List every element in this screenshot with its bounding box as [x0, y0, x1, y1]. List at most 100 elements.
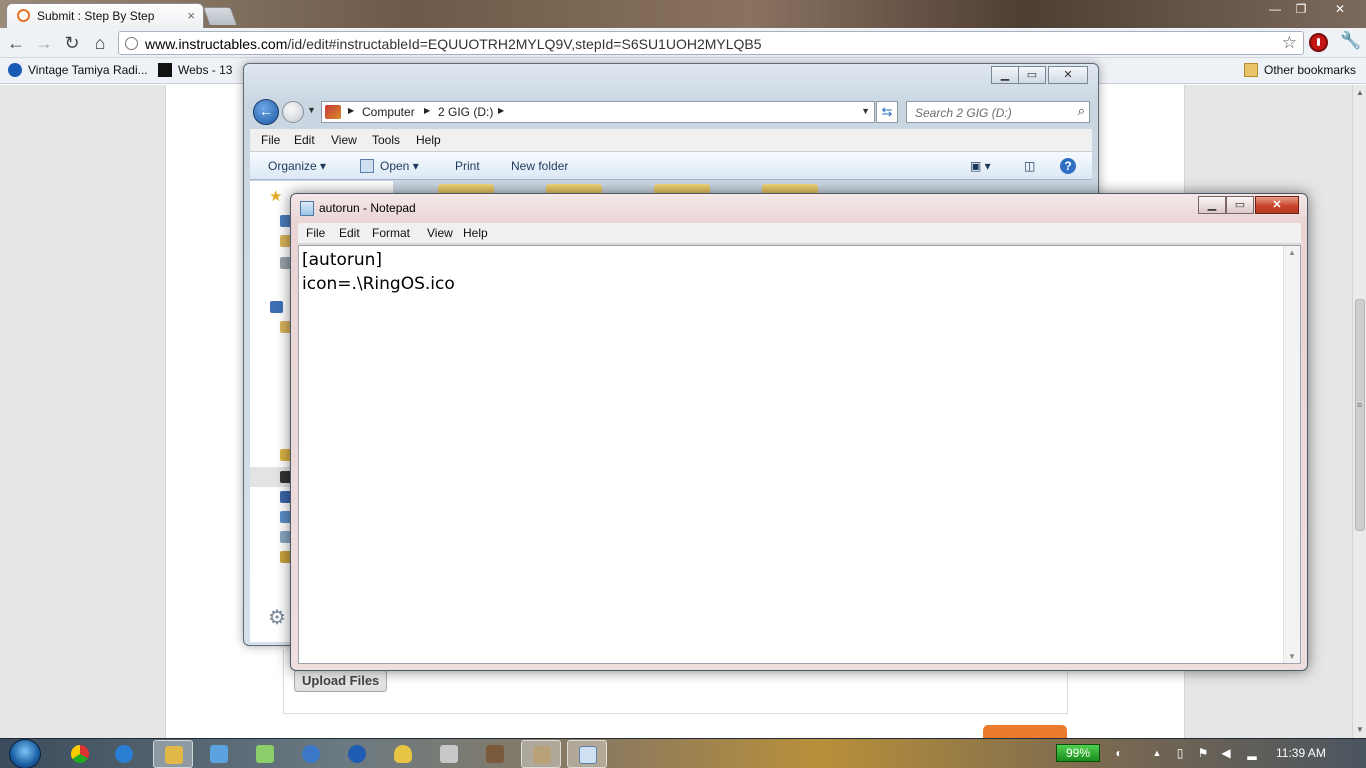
taskbar-chrome[interactable]: [60, 740, 100, 768]
action-center-icon[interactable]: ⚑: [1196, 746, 1210, 760]
address-dropdown-icon[interactable]: ▼: [861, 106, 870, 116]
favorites-star-icon[interactable]: ★: [269, 187, 282, 205]
browser-close-button[interactable]: ✕: [1320, 0, 1360, 18]
search-placeholder: Search 2 GIG (D:): [915, 106, 1012, 120]
tab-close-icon[interactable]: ×: [187, 8, 195, 23]
page-info-icon[interactable]: [125, 37, 138, 50]
explorer-maximize-button[interactable]: ▭: [1018, 66, 1046, 84]
webs-icon: [158, 63, 172, 77]
breadcrumb-separator-icon[interactable]: ▶: [498, 106, 504, 115]
explorer-search-input[interactable]: Search 2 GIG (D:) ⌕: [906, 101, 1090, 123]
print-button[interactable]: Print: [455, 159, 480, 173]
back-arrow-icon[interactable]: ←: [5, 32, 27, 54]
breadcrumb-computer[interactable]: Computer: [362, 105, 415, 119]
network-signal-icon[interactable]: ▂: [1245, 746, 1259, 760]
show-hidden-icons-icon[interactable]: ▲: [1150, 746, 1164, 760]
new-tab-button[interactable]: [202, 7, 238, 25]
breadcrumb-separator-icon[interactable]: ▶: [424, 106, 430, 115]
usb-icon[interactable]: ▯: [1173, 746, 1187, 760]
explorer-menu-edit[interactable]: Edit: [294, 133, 315, 147]
taskbar-app[interactable]: [337, 740, 377, 768]
notepad-text-area[interactable]: [autorun] icon=.\RingOS.ico ▲ ▼: [298, 245, 1301, 664]
clock[interactable]: 11:39 AM: [1276, 746, 1326, 760]
internet-explorer-icon: [115, 745, 133, 763]
notepad-menu-edit[interactable]: Edit: [339, 226, 360, 240]
notepad-menu-format[interactable]: Format: [372, 226, 410, 240]
scroll-up-icon[interactable]: ▲: [1356, 88, 1364, 97]
notepad-menu-view[interactable]: View: [427, 226, 453, 240]
explorer-back-icon[interactable]: ←: [253, 99, 279, 125]
drive-icon: [325, 105, 341, 119]
change-view-icon[interactable]: ▣ ▾: [970, 159, 991, 173]
notepad-close-button[interactable]: ✕: [1255, 196, 1299, 214]
search-icon[interactable]: ⌕: [1078, 103, 1085, 119]
explorer-close-button[interactable]: ✕: [1048, 66, 1088, 84]
scroll-down-icon[interactable]: ▼: [1356, 725, 1364, 734]
taskbar-app[interactable]: [429, 740, 469, 768]
taskbar-app[interactable]: [245, 740, 285, 768]
other-bookmarks[interactable]: Other bookmarks: [1244, 63, 1356, 77]
battery-indicator[interactable]: 99%: [1056, 744, 1100, 762]
explorer-forward-icon[interactable]: [282, 101, 304, 123]
taskbar-app[interactable]: [383, 740, 423, 768]
page-scrollbar[interactable]: ▲ ▼: [1352, 85, 1366, 738]
chrome-icon: [71, 745, 89, 763]
notepad-minimize-button[interactable]: ▁: [1198, 196, 1226, 214]
taskbar-notepad[interactable]: [567, 740, 607, 768]
breadcrumb-separator-icon[interactable]: ▶: [348, 106, 354, 115]
forward-arrow-icon[interactable]: →: [33, 32, 55, 54]
bookmark-vintage-tamiya[interactable]: Vintage Tamiya Radi...: [8, 63, 148, 77]
notepad-maximize-button[interactable]: ▭: [1226, 196, 1254, 214]
explorer-address-bar[interactable]: ▶ Computer ▶ 2 GIG (D:) ▶ ▼: [321, 101, 875, 123]
app-icon: [210, 745, 228, 763]
breadcrumb-drive[interactable]: 2 GIG (D:): [438, 105, 493, 119]
scroll-thumb[interactable]: [1355, 299, 1365, 531]
wrench-menu-icon[interactable]: 🔧: [1340, 31, 1361, 51]
tab-submit-step-by-step[interactable]: Submit : Step By Step ×: [6, 3, 204, 28]
open-button[interactable]: Open ▾: [360, 159, 419, 173]
notepad-scrollbar[interactable]: ▲ ▼: [1283, 246, 1300, 663]
taskbar-app[interactable]: [199, 740, 239, 768]
explorer-menu-file[interactable]: File: [261, 133, 280, 147]
linux-icon: [394, 745, 412, 763]
help-icon[interactable]: ?: [1060, 158, 1076, 174]
explorer-menu-view[interactable]: View: [331, 133, 357, 147]
taskbar-app[interactable]: [291, 740, 331, 768]
organize-button[interactable]: Organize ▾: [268, 159, 326, 173]
explorer-menu-help[interactable]: Help: [416, 133, 441, 147]
browser-title-bar: Submit : Step By Step × — ❐ ✕: [0, 0, 1366, 28]
preview-pane-icon[interactable]: ◫: [1024, 159, 1035, 173]
notepad-icon: [360, 159, 374, 173]
scroll-up-icon[interactable]: ▲: [1288, 248, 1296, 257]
browser-restore-button[interactable]: ❐: [1288, 0, 1314, 18]
upload-files-button[interactable]: Upload Files: [294, 670, 388, 692]
recent-pages-icon[interactable]: ▼: [307, 105, 316, 115]
explorer-minimize-button[interactable]: ▁: [991, 66, 1019, 84]
taskbar-app[interactable]: [521, 740, 561, 768]
adblock-extension-icon[interactable]: [1309, 33, 1328, 52]
start-button[interactable]: [9, 739, 41, 768]
notepad-title: autorun - Notepad: [319, 201, 416, 215]
volume-muted-icon[interactable]: ◀: [1219, 746, 1233, 760]
notepad-menu-file[interactable]: File: [306, 226, 325, 240]
explorer-menu-bar: File Edit View Tools Help: [250, 129, 1092, 152]
bookmark-webs[interactable]: Webs - 13: [158, 63, 232, 77]
refresh-icon[interactable]: ⇆: [876, 101, 898, 123]
address-bar[interactable]: www.instructables.com/id/edit#instructab…: [118, 31, 1304, 55]
notepad-menu-help[interactable]: Help: [463, 226, 488, 240]
home-icon[interactable]: ⌂: [89, 32, 111, 54]
taskbar-explorer[interactable]: [153, 740, 193, 768]
notepad-icon: [579, 746, 597, 764]
info-icon: [8, 63, 22, 77]
explorer-menu-tools[interactable]: Tools: [372, 133, 400, 147]
scroll-down-icon[interactable]: ▼: [1288, 652, 1296, 661]
tab-title: Submit : Step By Step: [37, 9, 155, 23]
taskbar-ie[interactable]: [104, 740, 144, 768]
new-folder-button[interactable]: New folder: [511, 159, 568, 173]
taskbar-app[interactable]: [475, 740, 515, 768]
libraries-icon[interactable]: [270, 301, 283, 313]
browser-minimize-button[interactable]: —: [1262, 0, 1288, 18]
bookmark-star-icon[interactable]: ☆: [1282, 33, 1297, 53]
tray-app-icon[interactable]: ◐: [1112, 746, 1126, 760]
reload-icon[interactable]: ↻: [61, 32, 83, 54]
